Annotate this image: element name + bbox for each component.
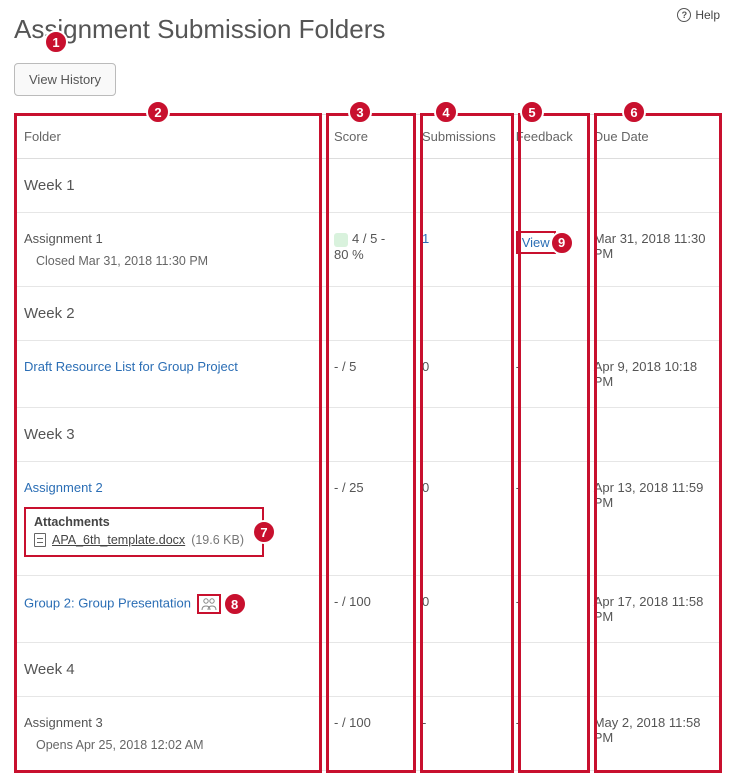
due-date-cell: Apr 13, 2018 11:59 PM bbox=[584, 462, 722, 576]
due-date-cell: Apr 17, 2018 11:58 PM bbox=[584, 576, 722, 643]
table-row: Assignment 1 Closed Mar 31, 2018 11:30 PM… bbox=[14, 213, 722, 287]
table-row: Draft Resource List for Group Project - /… bbox=[14, 341, 722, 408]
view-history-button[interactable]: View History bbox=[14, 63, 116, 96]
group-icon bbox=[197, 594, 221, 614]
attachment-size: (19.6 KB) bbox=[191, 533, 244, 547]
score-value: 4 / 5 - bbox=[352, 231, 385, 246]
score-cell: - / 100 bbox=[324, 697, 412, 771]
attachments-block: Attachments APA_6th_template.docx (19.6 K… bbox=[24, 507, 264, 557]
attachments-title: Attachments bbox=[34, 515, 254, 529]
header-score: Score bbox=[324, 115, 412, 159]
due-date-cell: Apr 9, 2018 10:18 PM bbox=[584, 341, 722, 408]
score-value: - / 100 bbox=[334, 594, 371, 609]
score-cell: - / 5 bbox=[324, 341, 412, 408]
submissions-cell: 1 bbox=[412, 213, 506, 287]
feedback-view-link[interactable]: View bbox=[522, 235, 550, 250]
score-value: - / 5 bbox=[334, 359, 356, 374]
folder-link[interactable]: Draft Resource List for Group Project bbox=[24, 359, 238, 374]
feedback-cell: - bbox=[506, 697, 584, 771]
category-header: Week 4 bbox=[14, 643, 722, 697]
header-feedback: Feedback bbox=[506, 115, 584, 159]
submissions-value: 0 bbox=[422, 359, 429, 374]
score-status-icon bbox=[334, 233, 348, 247]
category-header: Week 3 bbox=[14, 408, 722, 462]
score-cell: - / 25 bbox=[324, 462, 412, 576]
submissions-value: 0 bbox=[422, 594, 429, 609]
folder-name: Assignment 1 bbox=[24, 231, 103, 246]
score-value: - / 25 bbox=[334, 480, 364, 495]
table-row: Assignment 2 Attachments APA_6th_template.… bbox=[14, 462, 722, 576]
attachment-link[interactable]: APA_6th_template.docx bbox=[52, 533, 185, 547]
help-label: Help bbox=[695, 8, 720, 22]
folder-subtext: Opens Apr 25, 2018 12:02 AM bbox=[24, 738, 314, 752]
submissions-cell: 0 bbox=[412, 341, 506, 408]
document-icon bbox=[34, 533, 46, 547]
feedback-value: - bbox=[516, 594, 520, 609]
due-date-cell: Mar 31, 2018 11:30 PM bbox=[584, 213, 722, 287]
feedback-cell: - bbox=[506, 341, 584, 408]
folder-cell: Group 2: Group Presentation bbox=[14, 576, 324, 643]
submissions-cell: - bbox=[412, 697, 506, 771]
submissions-value: 0 bbox=[422, 480, 429, 495]
submissions-value: - bbox=[422, 715, 426, 730]
feedback-cell: View bbox=[506, 213, 584, 287]
help-link[interactable]: ? Help bbox=[677, 8, 720, 22]
header-folder: Folder bbox=[14, 115, 324, 159]
folder-link[interactable]: Group 2: Group Presentation bbox=[24, 595, 191, 610]
feedback-value: - bbox=[516, 715, 520, 730]
folder-subtext: Closed Mar 31, 2018 11:30 PM bbox=[24, 254, 314, 268]
feedback-value: - bbox=[516, 359, 520, 374]
feedback-cell: - bbox=[506, 462, 584, 576]
category-header: Week 1 bbox=[14, 159, 722, 213]
folder-cell: Draft Resource List for Group Project bbox=[14, 341, 324, 408]
header-due-date: Due Date bbox=[584, 115, 722, 159]
page-title: Assignment Submission Folders bbox=[14, 14, 722, 45]
folder-name: Assignment 3 bbox=[24, 715, 103, 730]
folder-cell: Assignment 2 Attachments APA_6th_template.… bbox=[14, 462, 324, 576]
table-row: Assignment 3 Opens Apr 25, 2018 12:02 AM -… bbox=[14, 697, 722, 771]
feedback-cell: - bbox=[506, 576, 584, 643]
header-submissions: Submissions bbox=[412, 115, 506, 159]
submissions-cell: 0 bbox=[412, 576, 506, 643]
folder-cell: Assignment 1 Closed Mar 31, 2018 11:30 PM bbox=[14, 213, 324, 287]
folder-link[interactable]: Assignment 2 bbox=[24, 480, 103, 495]
assignments-table: Folder Score Submissions Feedback Due Da… bbox=[14, 114, 722, 771]
score-cell: 4 / 5 -80 % bbox=[324, 213, 412, 287]
category-header: Week 2 bbox=[14, 287, 722, 341]
submissions-cell: 0 bbox=[412, 462, 506, 576]
table-row: Group 2: Group Presentation - / 100 0 - Apr… bbox=[14, 576, 722, 643]
score-percent: 80 % bbox=[334, 247, 402, 262]
due-date-cell: May 2, 2018 11:58 PM bbox=[584, 697, 722, 771]
score-cell: - / 100 bbox=[324, 576, 412, 643]
folder-cell: Assignment 3 Opens Apr 25, 2018 12:02 AM bbox=[14, 697, 324, 771]
submissions-link[interactable]: 1 bbox=[422, 231, 429, 246]
help-icon: ? bbox=[677, 8, 691, 22]
score-value: - / 100 bbox=[334, 715, 371, 730]
feedback-value: - bbox=[516, 480, 520, 495]
